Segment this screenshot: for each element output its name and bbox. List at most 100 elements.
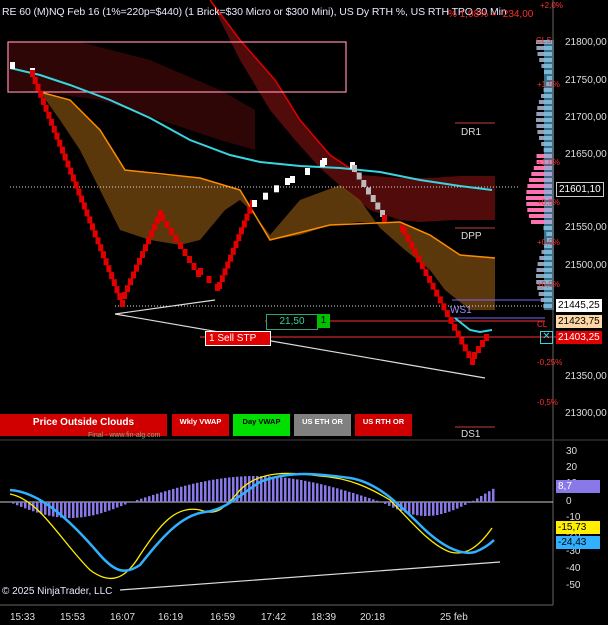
histogram-bar bbox=[92, 502, 95, 516]
histogram-bar bbox=[144, 497, 147, 502]
renko-brick bbox=[241, 220, 247, 228]
histogram-bar bbox=[276, 476, 279, 502]
histogram-bar bbox=[136, 500, 139, 502]
renko-brick bbox=[455, 330, 461, 338]
renko-brick bbox=[54, 132, 60, 140]
renko-brick bbox=[402, 228, 407, 235]
red-cloud-edge bbox=[209, 0, 361, 176]
percent-label: -0,5% bbox=[537, 398, 558, 407]
histogram-bar bbox=[472, 500, 475, 502]
histogram-bar bbox=[344, 490, 347, 502]
renko-brick bbox=[84, 209, 90, 217]
renko-brick bbox=[32, 77, 38, 84]
histogram-bar bbox=[244, 476, 247, 502]
histogram-bar bbox=[384, 502, 387, 504]
histogram-bar bbox=[224, 477, 227, 502]
status-label: Day VWAP bbox=[242, 417, 281, 426]
renko-brick bbox=[117, 293, 123, 300]
histogram-bar bbox=[228, 477, 231, 502]
price-chart[interactable] bbox=[0, 0, 608, 625]
histogram-bar bbox=[88, 502, 91, 517]
percent-label: -0,25% bbox=[537, 358, 563, 367]
histogram-bar bbox=[440, 502, 443, 515]
renko-brick bbox=[198, 268, 203, 275]
renko-brick bbox=[375, 202, 381, 210]
renko-brick bbox=[76, 188, 82, 196]
us-eth-or-box: US ETH OR bbox=[294, 414, 351, 436]
histogram-bar bbox=[208, 480, 211, 502]
renko-brick bbox=[65, 160, 71, 168]
watermark: Final - www.fin-alg.com bbox=[88, 432, 161, 439]
histogram-bar bbox=[100, 502, 103, 514]
renko-brick bbox=[111, 279, 117, 287]
renko-brick bbox=[90, 223, 95, 231]
histogram-bar bbox=[484, 493, 487, 502]
histogram-bar bbox=[72, 502, 75, 518]
histogram-bar bbox=[20, 502, 23, 507]
renko-brick bbox=[430, 282, 436, 290]
renko-brick bbox=[366, 187, 371, 195]
renko-brick bbox=[222, 268, 228, 276]
time-label: 18:39 bbox=[311, 612, 337, 623]
renko-brick bbox=[178, 242, 183, 249]
histogram-bar bbox=[348, 491, 351, 502]
histogram-bar bbox=[184, 485, 187, 502]
sell-stop-order[interactable]: 1 Sell STP bbox=[205, 331, 271, 346]
histogram-bar bbox=[420, 502, 423, 516]
renko-brick bbox=[225, 261, 231, 269]
moving-average-tail bbox=[454, 317, 493, 334]
renko-brick bbox=[228, 254, 233, 262]
renko-brick bbox=[480, 340, 485, 347]
renko-brick bbox=[382, 215, 387, 222]
price-label: 21500,00 bbox=[565, 260, 607, 271]
renko-brick bbox=[361, 180, 367, 187]
ws1-label: WS1 bbox=[450, 305, 472, 316]
histogram-bar bbox=[116, 502, 119, 508]
renko-brick bbox=[79, 195, 85, 203]
price-label: 21550,00 bbox=[565, 222, 607, 233]
day-vwap-box: Day VWAP bbox=[233, 414, 290, 436]
renko-brick bbox=[169, 228, 174, 235]
renko-brick bbox=[230, 247, 236, 255]
dr1-label: DR1 bbox=[461, 127, 482, 138]
renko-brick bbox=[46, 111, 52, 119]
histogram-bar bbox=[376, 500, 379, 502]
renko-brick bbox=[419, 262, 425, 270]
renko-brick bbox=[370, 195, 376, 202]
histogram-bar bbox=[148, 496, 151, 502]
close-icon[interactable]: ✕ bbox=[540, 331, 553, 344]
renko-brick bbox=[484, 334, 489, 341]
order-quantity-count[interactable]: 1 bbox=[317, 314, 330, 328]
cl-label: CL bbox=[537, 320, 548, 329]
histogram-bar bbox=[364, 496, 367, 502]
histogram-bar bbox=[168, 490, 171, 502]
renko-brick bbox=[405, 234, 411, 242]
last-price-tag: 21601,10 bbox=[556, 182, 604, 197]
histogram-bar bbox=[292, 478, 295, 502]
chart-window[interactable]: RE 60 (M)NQ Feb 16 (1%=220p=$440) (1 Bri… bbox=[0, 0, 608, 625]
order-quantity-value[interactable]: 21,50 bbox=[266, 314, 318, 330]
histogram-bar bbox=[68, 502, 71, 518]
histogram-bar bbox=[140, 498, 143, 502]
renko-brick bbox=[57, 139, 63, 147]
histogram-bar bbox=[360, 495, 363, 502]
histogram-bar bbox=[424, 502, 427, 516]
ds1-label: DS1 bbox=[461, 429, 481, 440]
histogram-bar bbox=[480, 496, 483, 502]
renko-brick bbox=[134, 264, 139, 272]
time-label: 16:07 bbox=[110, 612, 136, 623]
renko-brick bbox=[285, 178, 290, 185]
histogram-bar bbox=[164, 491, 167, 502]
trendline-low bbox=[114, 299, 216, 315]
price-label: 21700,00 bbox=[565, 112, 607, 123]
histogram-bar bbox=[316, 483, 319, 502]
renko-brick bbox=[437, 296, 443, 304]
histogram-bar bbox=[188, 484, 191, 502]
renko-brick bbox=[95, 237, 101, 245]
change-percent: % 1,08% = -234,00 bbox=[448, 9, 534, 20]
renko-brick bbox=[173, 235, 179, 242]
time-label: 20:18 bbox=[360, 612, 386, 623]
histogram-bar bbox=[212, 479, 215, 502]
renko-brick bbox=[40, 97, 46, 105]
renko-brick bbox=[68, 167, 74, 175]
